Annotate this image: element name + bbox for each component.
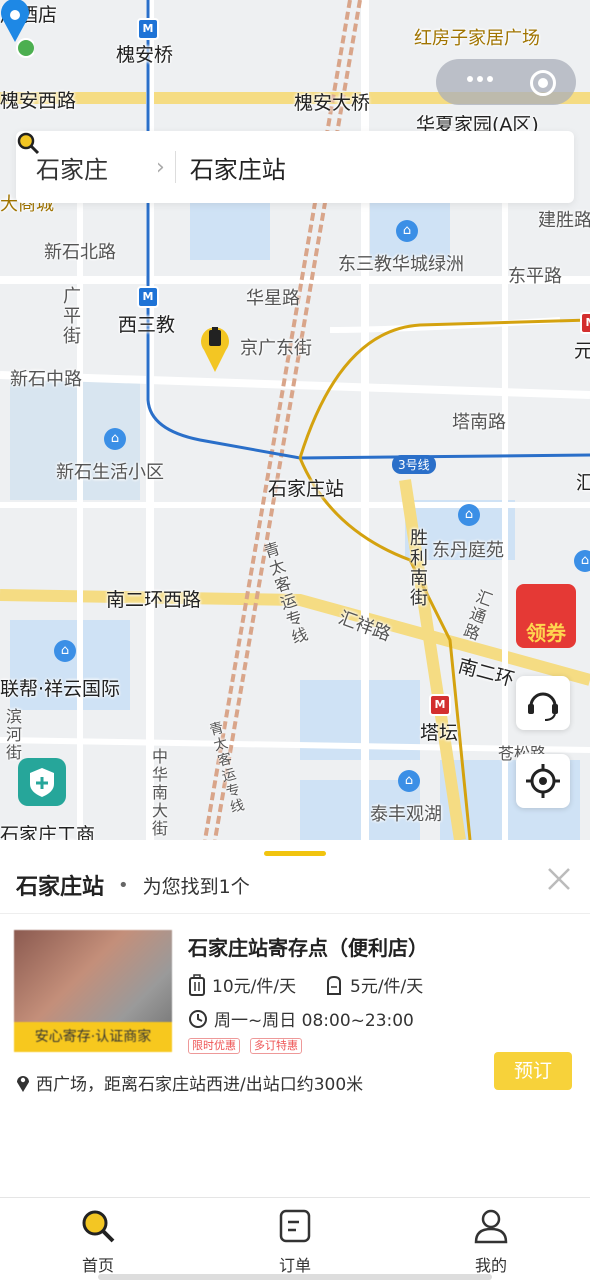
- price-large: 10元/件/天: [212, 977, 297, 997]
- bottom-tab-bar: 首页 订单 我的: [0, 1197, 590, 1281]
- location-pin-icon: [17, 1075, 29, 1092]
- store-card[interactable]: 安心寄存·认证商家 石家庄站寄存点（便利店） 10元/件/天 5元/件/天 周一…: [14, 930, 576, 1106]
- map-label: 中华南大街: [149, 748, 168, 838]
- map-label: 广平街: [60, 286, 81, 346]
- map-label: 槐安西路: [0, 90, 77, 112]
- tab-orders[interactable]: 订单: [245, 1208, 345, 1276]
- map-label: 汇: [576, 472, 590, 494]
- map-label: 西三教: [118, 314, 176, 336]
- search-icon: [17, 132, 40, 155]
- sheet-header: 石家庄站 • 为您找到1个: [16, 868, 250, 902]
- clock-icon: [189, 1009, 207, 1028]
- store-address: 西广场，距离石家庄站西进/出站口约300米: [16, 1070, 363, 1095]
- results-sheet: 石家庄站 • 为您找到1个 安心寄存·认证商家 石家庄站寄存点（便利店） 10元…: [0, 840, 590, 1197]
- result-count: 为您找到1个: [142, 875, 250, 898]
- tab-profile[interactable]: 我的: [441, 1208, 541, 1276]
- map-label: 东三教华城绿洲: [338, 254, 464, 275]
- safety-shield-button[interactable]: [18, 758, 66, 806]
- map-label: 新石生活小区: [56, 462, 164, 483]
- divider: [174, 151, 176, 183]
- sheet-title: 石家庄站: [16, 875, 105, 900]
- tab-label: 首页: [81, 1256, 114, 1275]
- metro-station-icon: M: [137, 18, 159, 40]
- home-poi-icon: ⌂: [398, 770, 420, 792]
- home-poi-icon: ⌂: [574, 550, 590, 572]
- tab-label: 我的: [474, 1256, 507, 1275]
- price-large-item: 10元/件/天: [188, 972, 296, 997]
- opening-hours: 周一~周日 08:00~23:00: [188, 1006, 414, 1031]
- map-label: 南二环西路: [106, 589, 202, 611]
- promo-tag: 限时优惠: [188, 1038, 240, 1054]
- map-label: 华星路: [246, 288, 300, 309]
- map-label: 京广东街: [240, 338, 312, 359]
- home-indicator: [98, 1274, 492, 1280]
- search-bar[interactable]: 石家庄 › 石家庄站: [16, 131, 574, 203]
- chevron-right-icon: ›: [156, 154, 165, 180]
- suitcase-icon: [189, 973, 205, 996]
- metro-line-badge: 3号线: [392, 455, 436, 474]
- map-label: 石家庄站: [268, 478, 345, 500]
- separator-dot: •: [118, 874, 129, 896]
- close-icon[interactable]: [546, 866, 572, 892]
- coupon-button[interactable]: 领券: [516, 584, 576, 648]
- locate-me-button[interactable]: [516, 754, 570, 808]
- metro-station-icon: M: [137, 286, 159, 308]
- verified-badge: 安心寄存·认证商家: [14, 1022, 172, 1052]
- map-label: 红房子家居广场: [414, 28, 540, 49]
- map-label: 东平路: [508, 266, 562, 287]
- divider: [0, 913, 590, 914]
- map-label: 胜利南街: [407, 528, 428, 608]
- metro-station-icon: M: [580, 312, 590, 334]
- map-label: 塔南路: [452, 412, 506, 433]
- order-icon: [279, 1209, 311, 1243]
- map-label: 滨河街: [3, 708, 22, 762]
- home-poi-icon: ⌂: [104, 428, 126, 450]
- hours-text: 周一~周日 08:00~23:00: [214, 1011, 414, 1031]
- map-control-group: [436, 59, 576, 105]
- layers-icon[interactable]: [466, 72, 496, 92]
- user-icon: [474, 1209, 508, 1244]
- luggage-locker-pin-icon[interactable]: [200, 320, 230, 372]
- map-label: 槐安大桥: [294, 92, 371, 114]
- map-label: 新石中路: [10, 369, 82, 390]
- map-label: 东丹庭苑: [432, 540, 504, 561]
- price-small-item: 5元/件/天: [324, 972, 423, 997]
- metro-station-icon: M: [429, 694, 451, 716]
- shield-icon: [30, 768, 54, 797]
- customer-service-button[interactable]: [516, 676, 570, 730]
- station-location-pin-icon[interactable]: [0, 0, 34, 62]
- price-small: 5元/件/天: [350, 977, 424, 997]
- map-label: 建胜路: [538, 210, 590, 231]
- map-view[interactable]: 居酒店 槐安桥 红房子家居广场 槐安西路 槐安大桥 华夏家园(A区) 大商城 建…: [0, 0, 590, 840]
- map-label: 石家庄工商: [0, 824, 96, 840]
- tab-label: 订单: [278, 1256, 311, 1275]
- map-label: 泰丰观湖: [370, 804, 442, 825]
- search-input[interactable]: 石家庄站: [190, 150, 286, 185]
- map-label: 塔坛: [420, 722, 459, 744]
- home-poi-icon: ⌂: [458, 504, 480, 526]
- backpack-icon: [327, 975, 341, 995]
- map-label: 元: [574, 340, 590, 362]
- coupon-label: 领券: [526, 621, 566, 645]
- map-label: 槐安桥: [116, 44, 174, 66]
- promo-tag: 多订特惠: [250, 1038, 302, 1054]
- address-text: 西广场，距离石家庄站西进/出站口约300米: [36, 1075, 364, 1095]
- store-thumbnail: 安心寄存·认证商家: [14, 930, 172, 1052]
- sheet-handle[interactable]: [264, 851, 326, 856]
- map-label: 新石北路: [44, 242, 116, 263]
- crosshair-icon: [526, 764, 560, 798]
- map-label: 联帮·祥云国际: [0, 678, 121, 700]
- tab-home[interactable]: 首页: [48, 1208, 148, 1276]
- search-icon: [82, 1210, 115, 1243]
- home-poi-icon: ⌂: [396, 220, 418, 242]
- home-poi-icon: ⌂: [54, 640, 76, 662]
- store-name: 石家庄站寄存点（便利店）: [188, 936, 428, 960]
- target-icon[interactable]: [530, 70, 556, 96]
- book-button[interactable]: 预订: [494, 1052, 572, 1090]
- headset-icon: [528, 692, 558, 721]
